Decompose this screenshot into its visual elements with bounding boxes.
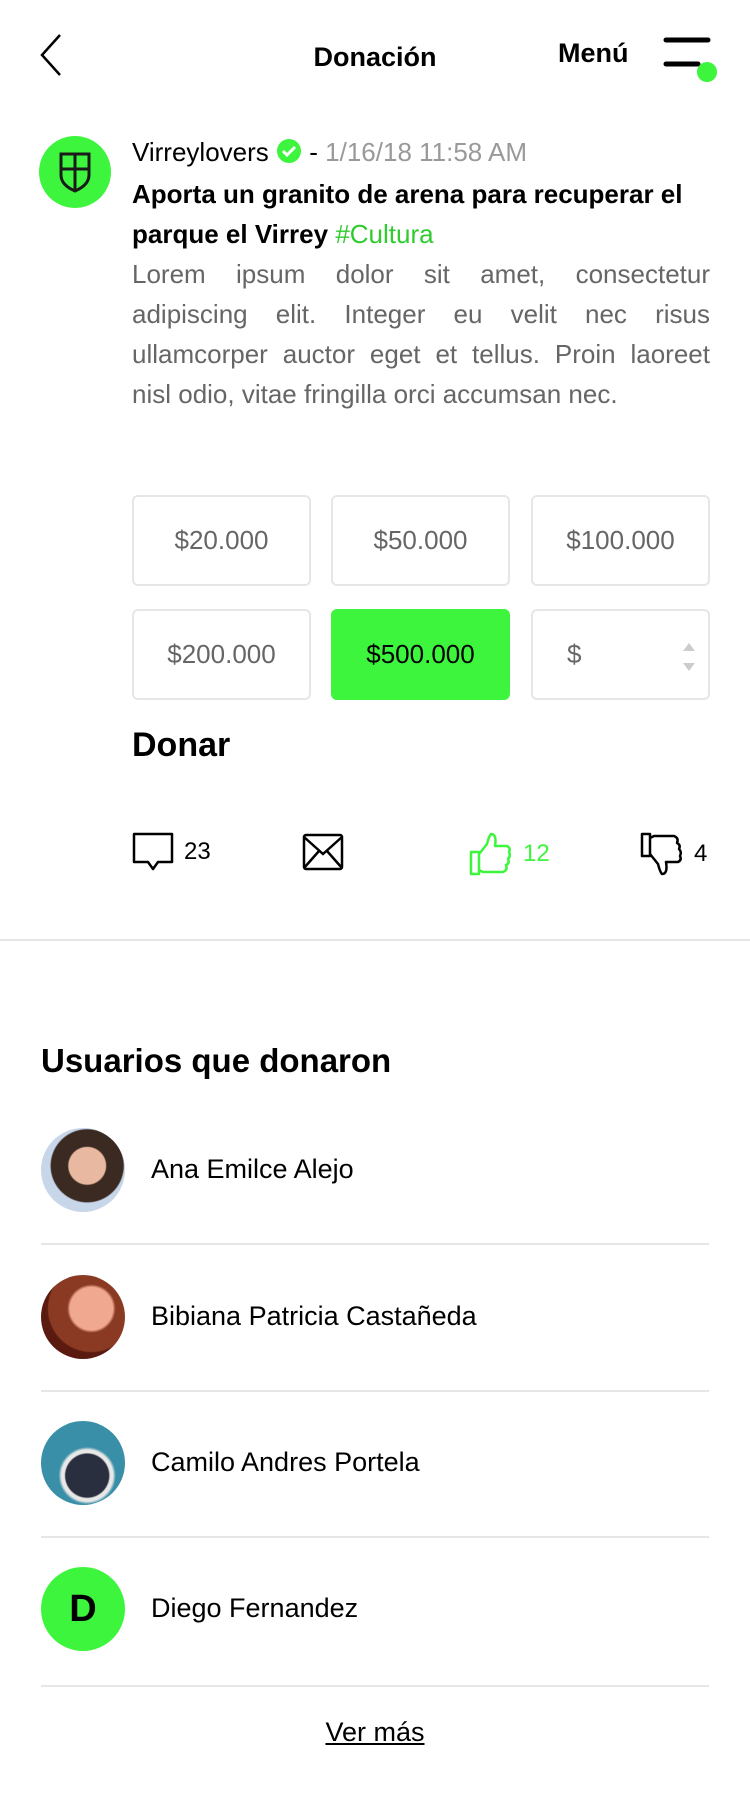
shield-icon bbox=[59, 152, 91, 193]
amount-option-50000[interactable]: $50.000 bbox=[331, 495, 510, 586]
donate-button[interactable]: Donar bbox=[132, 726, 230, 765]
donor-name[interactable]: Diego Fernandez bbox=[151, 1593, 358, 1624]
meta-separator: - bbox=[309, 137, 318, 167]
see-more-link[interactable]: Ver más bbox=[0, 1717, 750, 1748]
likes-count: 12 bbox=[523, 840, 550, 867]
avatar-diego[interactable]: D bbox=[41, 1567, 125, 1651]
share-email-button[interactable] bbox=[302, 832, 344, 872]
list-divider bbox=[41, 1390, 709, 1392]
amount-option-100000[interactable]: $100.000 bbox=[531, 495, 710, 586]
number-spinner-icon[interactable] bbox=[682, 641, 696, 673]
list-divider bbox=[41, 1243, 709, 1245]
avatar-bibiana[interactable] bbox=[41, 1275, 125, 1359]
list-divider bbox=[41, 1536, 709, 1538]
avatar-ana[interactable] bbox=[41, 1128, 125, 1212]
hashtag-link[interactable]: #Cultura bbox=[335, 219, 433, 249]
menu-label[interactable]: Menú bbox=[558, 38, 629, 69]
post-meta: Virreylovers - 1/16/18 11:58 AM bbox=[132, 137, 527, 168]
custom-amount-input[interactable]: $ bbox=[531, 609, 710, 700]
like-button[interactable]: 12 bbox=[469, 832, 550, 876]
thumbs-down-icon bbox=[640, 832, 683, 876]
donor-name[interactable]: Bibiana Patricia Castañeda bbox=[151, 1301, 477, 1332]
donor-name[interactable]: Ana Emilce Alejo bbox=[151, 1154, 354, 1185]
list-divider bbox=[41, 1685, 709, 1687]
amount-option-200000[interactable]: $200.000 bbox=[132, 609, 311, 700]
hamburger-menu-icon bbox=[663, 37, 717, 82]
donor-name[interactable]: Camilo Andres Portela bbox=[151, 1447, 420, 1478]
currency-prefix: $ bbox=[567, 639, 582, 669]
page-title: Donación bbox=[313, 42, 437, 72]
comment-icon bbox=[132, 832, 174, 871]
verified-check-icon bbox=[277, 139, 302, 163]
amount-option-500000-selected[interactable]: $500.000 bbox=[331, 609, 510, 700]
author-name[interactable]: Virreylovers bbox=[132, 137, 269, 167]
section-divider bbox=[0, 939, 750, 941]
post-title: Aporta un granito de arena para recupera… bbox=[132, 174, 712, 254]
menu-button[interactable] bbox=[662, 36, 722, 84]
dislikes-count: 4 bbox=[694, 840, 708, 867]
thumbs-up-icon bbox=[469, 832, 512, 876]
comments-count: 23 bbox=[184, 838, 211, 865]
avatar-camilo[interactable] bbox=[41, 1421, 125, 1505]
post-body: Lorem ipsum dolor sit amet, consectetur … bbox=[132, 259, 710, 409]
amount-option-20000[interactable]: $20.000 bbox=[132, 495, 311, 586]
dislike-button[interactable]: 4 bbox=[640, 832, 707, 876]
envelope-icon bbox=[302, 833, 344, 871]
comments-button[interactable]: 23 bbox=[132, 832, 211, 872]
author-avatar[interactable] bbox=[39, 136, 111, 208]
post-date: 1/16/18 11:58 AM bbox=[325, 137, 528, 167]
donors-heading: Usuarios que donaron bbox=[41, 1042, 392, 1079]
